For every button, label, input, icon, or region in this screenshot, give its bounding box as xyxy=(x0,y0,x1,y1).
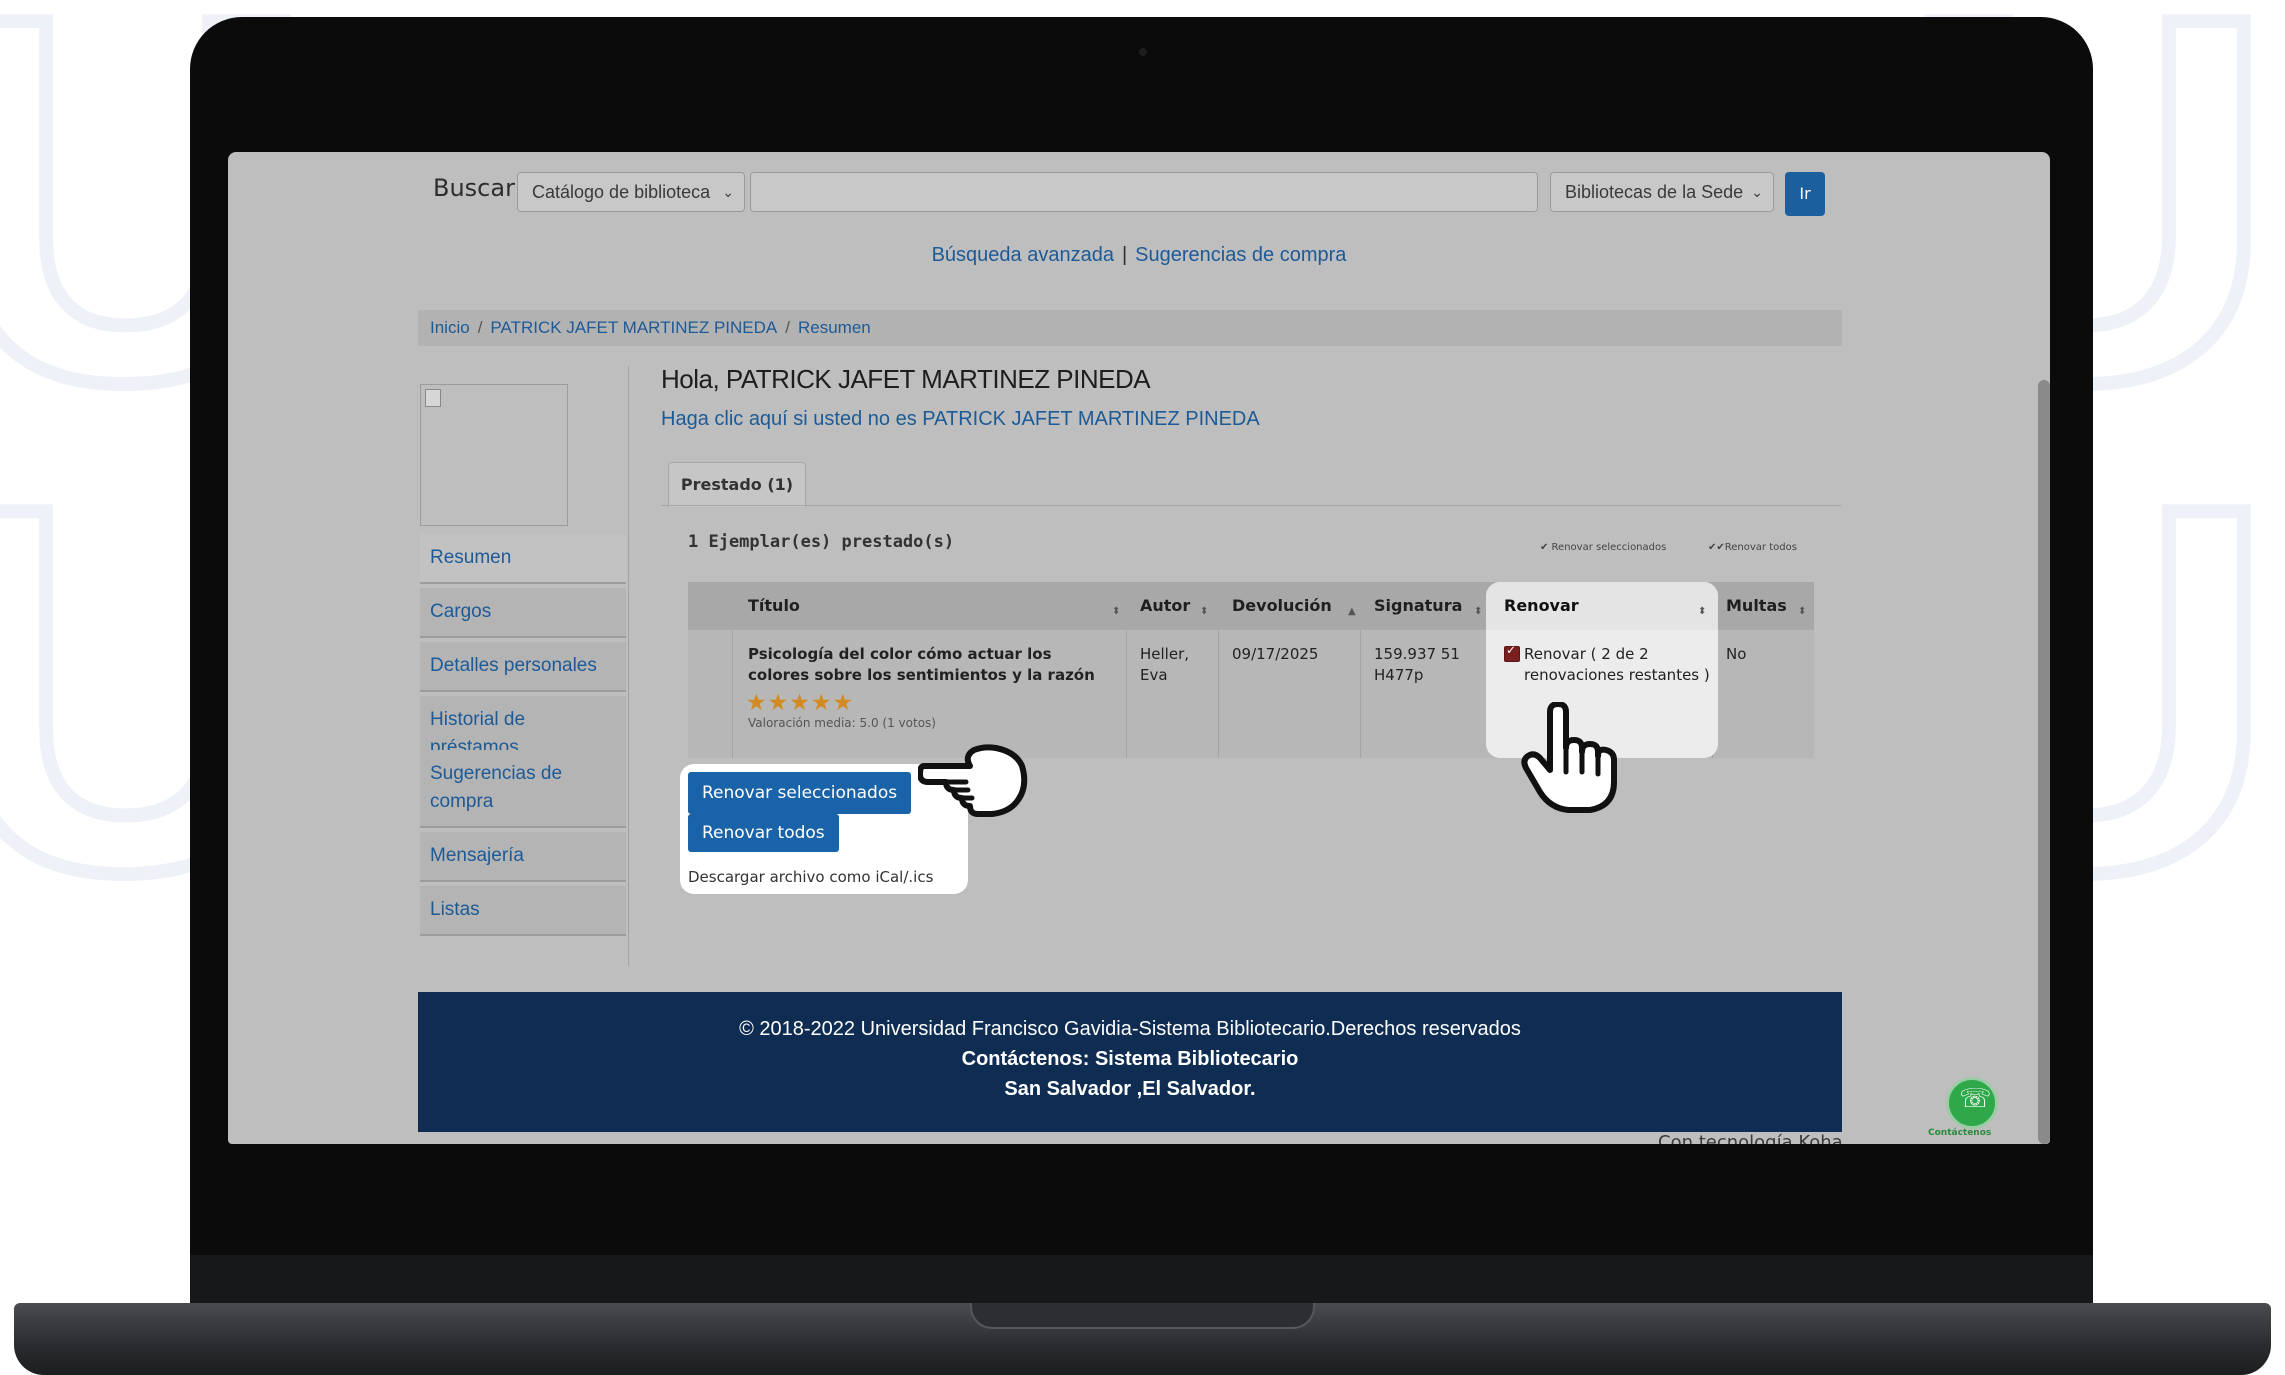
breadcrumb-user[interactable]: PATRICK JAFET MARTINEZ PINEDA xyxy=(490,318,777,337)
sidebar-item-resumen[interactable]: Resumen xyxy=(420,534,626,584)
advanced-search-link[interactable]: Búsqueda avanzada xyxy=(932,244,1114,266)
page-title: Hola, PATRICK JAFET MARTINEZ PINEDA xyxy=(661,364,1151,394)
breadcrumb: Inicio / PATRICK JAFET MARTINEZ PINEDA / Res… xyxy=(418,310,1842,346)
fines-value: No xyxy=(1726,645,1747,663)
renew-all-button[interactable]: Renovar todos xyxy=(688,814,839,852)
site-footer: © 2018-2022 Universidad Francisco Gavidi… xyxy=(418,992,1842,1132)
footer-copyright: © 2018-2022 Universidad Francisco Gavidi… xyxy=(739,1018,1521,1040)
col-divider xyxy=(732,630,733,758)
call-number: 159.937 51 H477p xyxy=(1374,645,1460,684)
sort-icon: ⬍ xyxy=(1112,606,1121,617)
loan-count: 1 Ejemplar(es) prestado(s) xyxy=(688,532,955,552)
scrollbar[interactable] xyxy=(2038,380,2050,1144)
sidebar-item-mensajeria[interactable]: Mensajería xyxy=(420,832,626,882)
col-fines[interactable]: Multas xyxy=(1726,596,1787,615)
avatar xyxy=(420,384,568,526)
breadcrumb-sep: / xyxy=(785,318,790,337)
sidebar-item-listas[interactable]: Listas xyxy=(420,886,626,936)
catalog-select-value: Catálogo de biblioteca xyxy=(532,182,711,202)
col-due[interactable]: Devolución xyxy=(1232,596,1332,615)
col-divider xyxy=(1360,630,1361,758)
account-sidebar: Resumen Cargos Detalles personales Histo… xyxy=(418,366,629,966)
library-select-value: Bibliotecas de la Sede xyxy=(1565,182,1744,202)
tab-prestado[interactable]: Prestado (1) xyxy=(668,462,806,507)
search-label: Buscar xyxy=(433,174,515,202)
breadcrumb-home[interactable]: Inicio xyxy=(430,318,470,337)
powered-by-koha[interactable]: Con tecnología Koha xyxy=(1658,1132,1843,1144)
ical-download-link[interactable]: Descargar archivo como iCal/.ics xyxy=(688,868,933,886)
renew-selected-button[interactable]: Renovar seleccionados xyxy=(688,772,912,814)
not-you-link[interactable]: Haga clic aquí si usted no es PATRICK JA… xyxy=(661,408,1260,431)
pointing-hand-icon xyxy=(918,744,1028,817)
breadcrumb-current[interactable]: Resumen xyxy=(798,318,871,337)
footer-contact[interactable]: Contáctenos: Sistema Bibliotecario xyxy=(418,1044,1842,1074)
rating-stars: ★★★★★ xyxy=(746,690,855,716)
col-call-number[interactable]: Signatura xyxy=(1374,596,1462,615)
laptop-camera xyxy=(1139,48,1147,56)
tab-divider xyxy=(661,505,1841,506)
col-renew[interactable]: Renovar xyxy=(1504,596,1579,615)
book-title[interactable]: Psicología del color cómo actuar los col… xyxy=(748,644,1108,686)
catalog-select[interactable]: Catálogo de biblioteca ⌄ xyxy=(517,172,745,212)
book-author: Heller, Eva xyxy=(1140,645,1190,684)
purchase-suggestions-link[interactable]: Sugerencias de compra xyxy=(1135,244,1346,266)
renew-checkbox[interactable] xyxy=(1504,643,1520,662)
search-go-button[interactable]: Ir xyxy=(1785,172,1825,216)
sort-asc-icon: ▲ xyxy=(1348,606,1356,617)
sort-icon: ⬍ xyxy=(1474,606,1483,617)
whatsapp-label: Contáctenos xyxy=(1928,1128,1992,1138)
link-separator: | xyxy=(1121,244,1128,266)
sidebar-item-sugerencias[interactable]: Sugerencias de compra xyxy=(420,750,626,828)
col-divider xyxy=(1218,630,1219,758)
footer-location: San Salvador ,El Salvador. xyxy=(1004,1078,1256,1100)
browser-screen: Buscar Catálogo de biblioteca ⌄ Bibliote… xyxy=(228,152,2050,1144)
renew-selected-link-small[interactable]: ✔ Renovar seleccionados xyxy=(1540,542,1666,553)
search-bar: Buscar Catálogo de biblioteca ⌄ Bibliote… xyxy=(433,162,2050,216)
sort-icon: ⬍ xyxy=(1698,606,1707,617)
whatsapp-icon[interactable] xyxy=(1946,1077,1998,1129)
sidebar-item-detalles[interactable]: Detalles personales xyxy=(420,642,626,692)
chevron-down-icon: ⌄ xyxy=(722,184,734,200)
search-input[interactable] xyxy=(750,172,1538,212)
rating-average: Valoración media: 5.0 (1 votos) xyxy=(748,716,936,730)
sidebar-item-cargos[interactable]: Cargos xyxy=(420,588,626,638)
due-date: 09/17/2025 xyxy=(1232,645,1319,663)
top-links: Búsqueda avanzada | Sugerencias de compra xyxy=(228,244,2050,267)
chevron-down-icon: ⌄ xyxy=(1751,184,1763,200)
sort-icon: ⬍ xyxy=(1798,606,1807,617)
renew-all-link-small[interactable]: ✔✔Renovar todos xyxy=(1708,542,1797,553)
breadcrumb-sep: / xyxy=(477,318,483,337)
laptop-chin xyxy=(190,1255,2093,1305)
sort-icon: ⬍ xyxy=(1200,606,1209,617)
library-select[interactable]: Bibliotecas de la Sede ⌄ xyxy=(1550,172,1774,212)
col-divider xyxy=(1126,630,1127,758)
broken-image-icon xyxy=(425,389,441,407)
col-title[interactable]: Título xyxy=(748,596,800,615)
click-hand-icon xyxy=(1521,702,1617,813)
renew-header: Renovar ⬍ xyxy=(1486,582,1718,630)
renew-status: Renovar ( 2 de 2 renovaciones restantes … xyxy=(1524,645,1710,684)
col-author[interactable]: Autor xyxy=(1140,596,1190,615)
laptop-notch xyxy=(970,1303,1315,1329)
